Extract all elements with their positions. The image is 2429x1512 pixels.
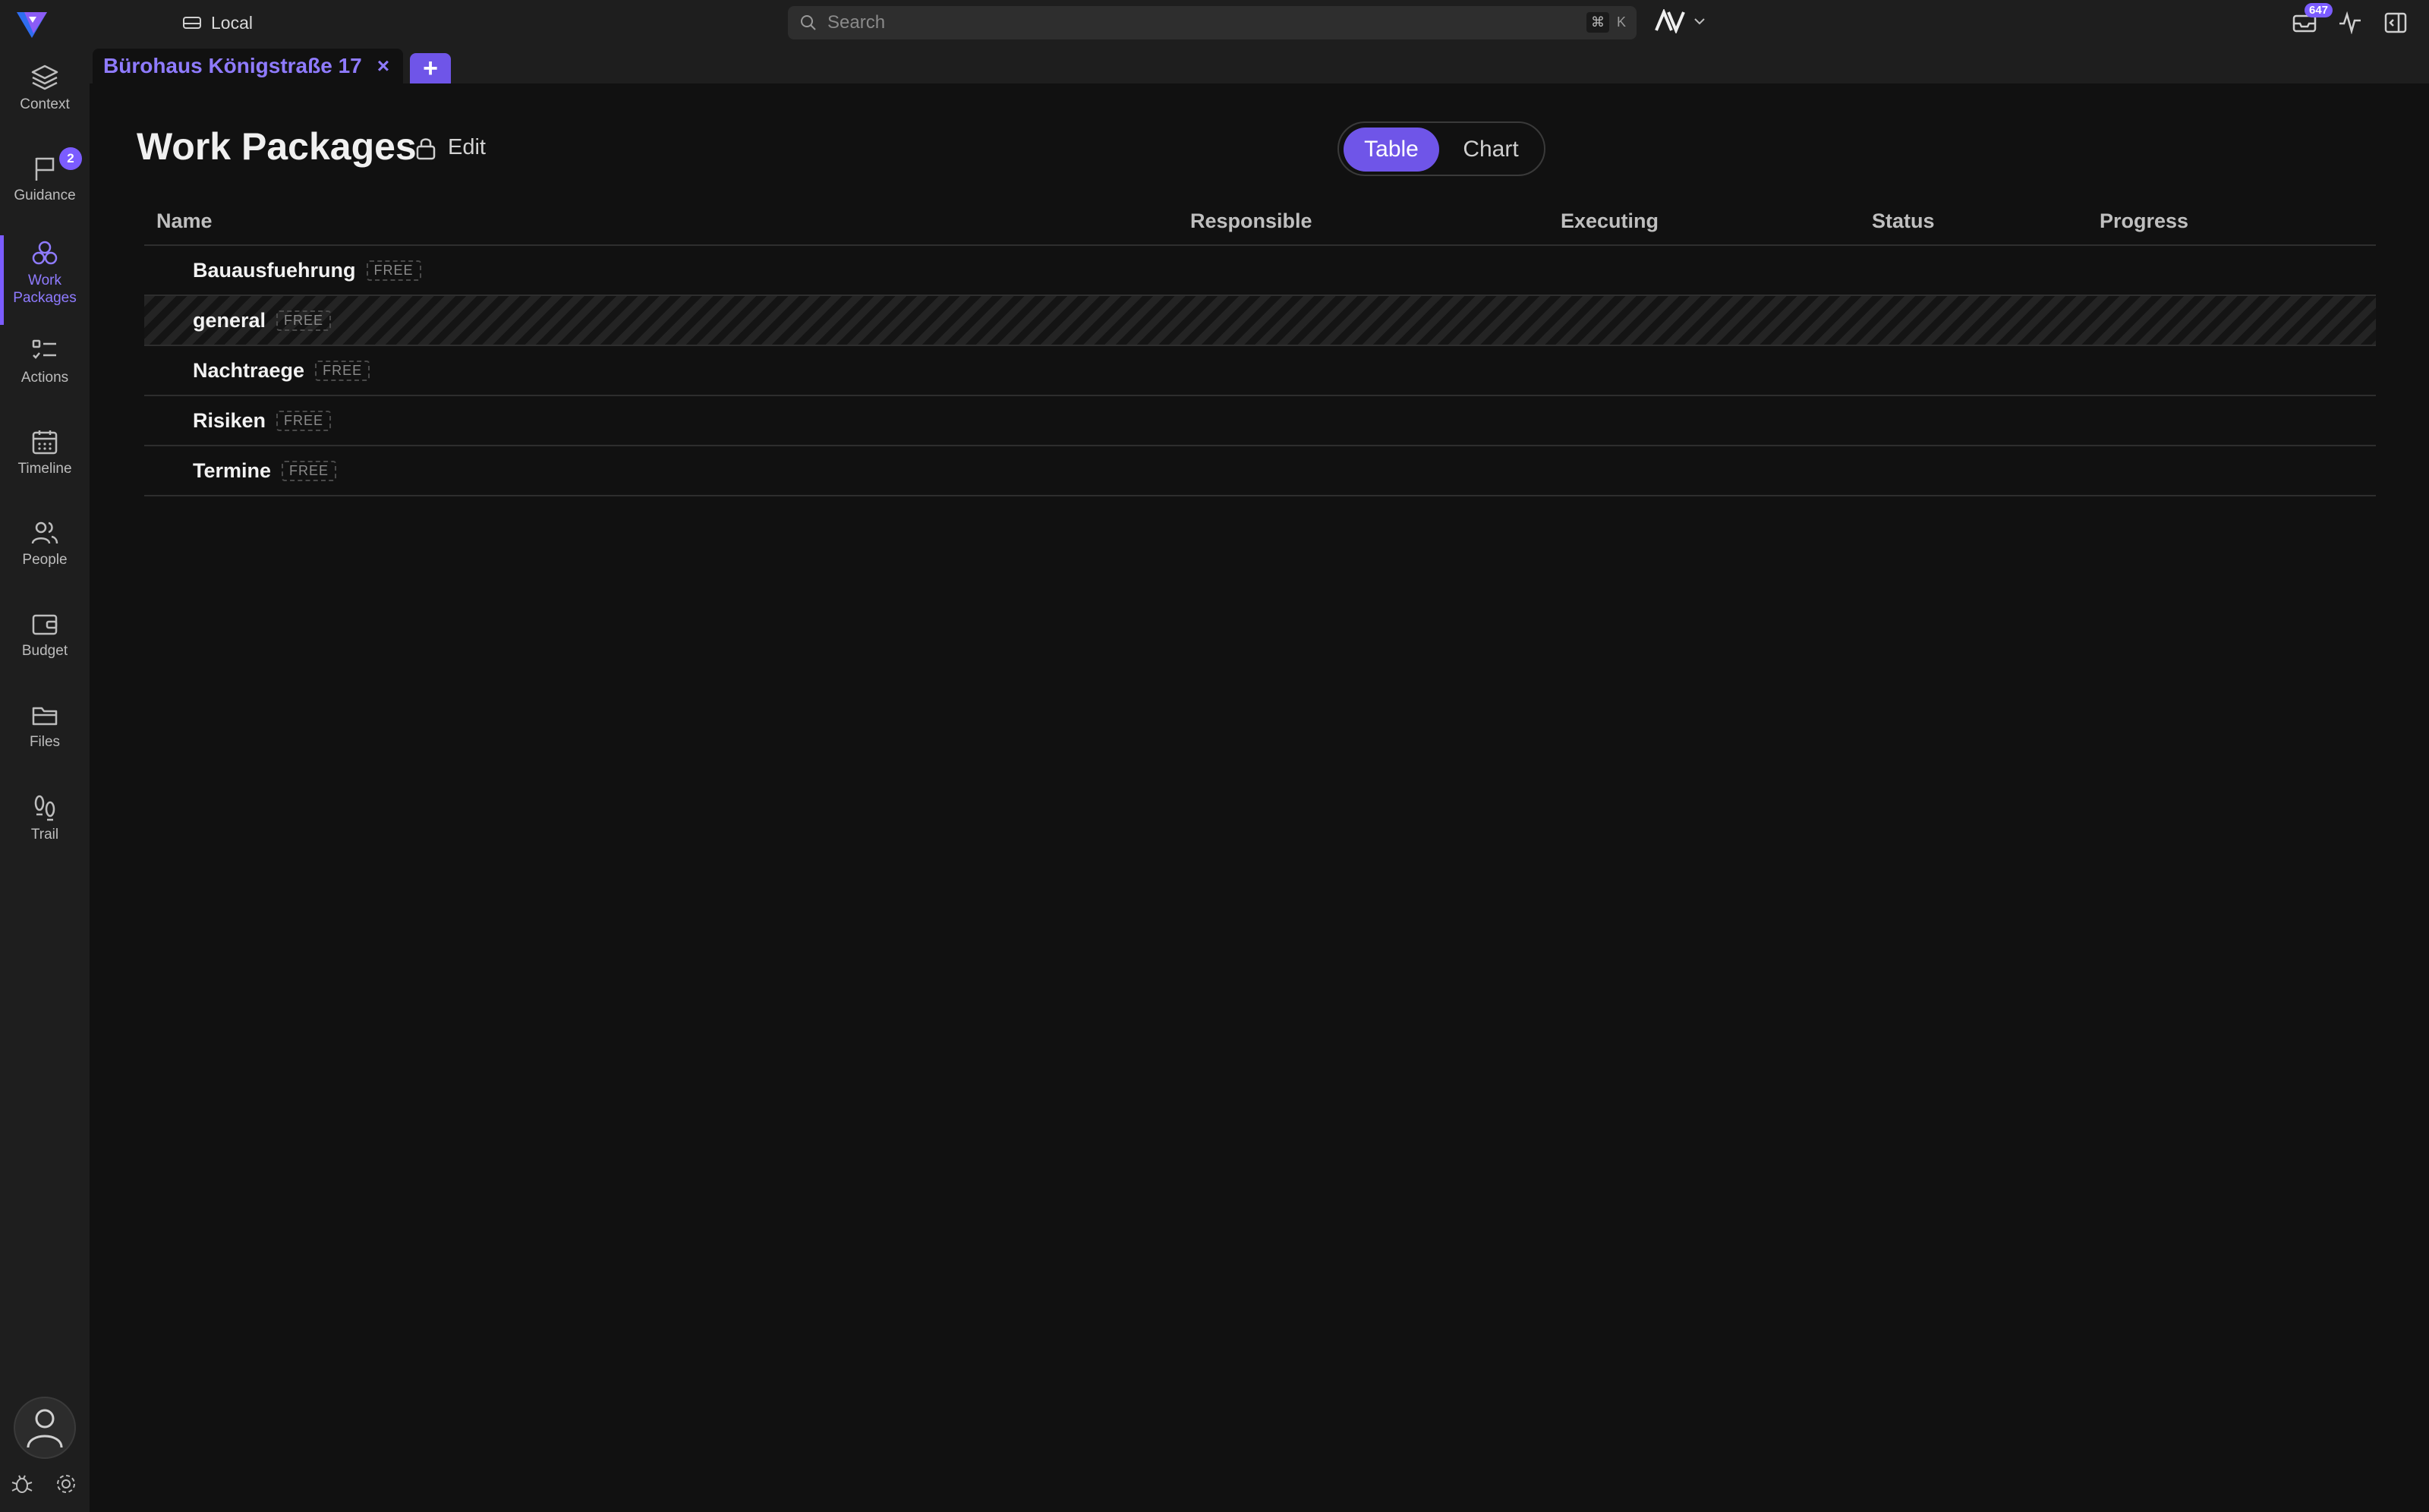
sidebar-item-label: Budget bbox=[21, 643, 68, 659]
row-name: Termine bbox=[193, 458, 272, 482]
layers-icon bbox=[31, 65, 58, 90]
tab-title: Bürohaus Königstraße 17 bbox=[103, 54, 362, 77]
inbox-button[interactable]: 647 bbox=[2289, 3, 2333, 38]
sidebar-item-work-packages[interactable]: Work Packages bbox=[0, 235, 90, 325]
sidebar: Context 2 Guidance Work Packages Actions… bbox=[0, 46, 90, 1512]
view-table-button[interactable]: Table bbox=[1344, 128, 1439, 172]
edit-label: Edit bbox=[448, 135, 486, 159]
view-chart-button[interactable]: Chart bbox=[1442, 128, 1539, 172]
bug-icon[interactable] bbox=[11, 1473, 33, 1495]
add-tab-button[interactable]: + bbox=[410, 53, 451, 83]
flag-icon bbox=[35, 157, 55, 181]
sidebar-item-files[interactable]: Files bbox=[0, 701, 90, 751]
sidebar-item-people[interactable]: People bbox=[0, 519, 90, 569]
tab-strip: Bürohaus Königstraße 17 × + bbox=[90, 46, 2429, 83]
search-icon bbox=[801, 15, 816, 30]
activity-icon bbox=[2339, 11, 2361, 34]
sidebar-item-label: Context bbox=[20, 96, 70, 112]
table-row[interactable]: Risiken FREE bbox=[144, 396, 2376, 446]
packages-icon bbox=[32, 241, 58, 265]
list-check-icon bbox=[32, 339, 56, 359]
inbox-count-badge: 647 bbox=[2305, 3, 2333, 17]
app-logo-icon[interactable] bbox=[14, 6, 50, 43]
app-root: Local Search ⌘ K 647 Context 2 Guidance … bbox=[0, 0, 2429, 1512]
top-bar: Local Search ⌘ K 647 bbox=[0, 0, 2429, 46]
table-row[interactable]: general FREE bbox=[144, 296, 2376, 346]
sidebar-item-budget[interactable]: Budget bbox=[0, 610, 90, 660]
sidebar-item-label: People bbox=[22, 552, 68, 568]
drive-icon bbox=[183, 17, 201, 29]
column-header-responsible[interactable]: Responsible bbox=[1190, 209, 1312, 233]
column-header-progress[interactable]: Progress bbox=[2100, 209, 2188, 233]
folder-icon bbox=[32, 707, 58, 726]
sidebar-item-label: Trail bbox=[30, 827, 59, 843]
table-row[interactable]: Nachtraege FREE bbox=[144, 346, 2376, 396]
brand-logo-icon bbox=[1655, 9, 1685, 33]
sidebar-item-label: Timeline bbox=[17, 461, 72, 477]
free-tag: FREE bbox=[276, 410, 332, 431]
tab-project[interactable]: Bürohaus Königstraße 17 × bbox=[93, 49, 404, 83]
shortcut-cmd: ⌘ bbox=[1586, 12, 1609, 33]
workspace-selector[interactable]: Local bbox=[182, 11, 253, 35]
sidebar-item-label: Actions bbox=[20, 370, 69, 386]
guidance-badge: 2 bbox=[59, 147, 82, 170]
column-header-executing[interactable]: Executing bbox=[1561, 209, 1659, 233]
sidebar-panel-icon bbox=[2384, 12, 2407, 33]
page-title: Work Packages bbox=[137, 125, 417, 168]
activity-button[interactable] bbox=[2335, 8, 2365, 38]
tab-close-icon[interactable]: × bbox=[377, 54, 389, 78]
lock-icon bbox=[416, 137, 436, 159]
people-icon bbox=[31, 521, 58, 544]
calendar-icon bbox=[32, 430, 58, 455]
sidebar-item-context[interactable]: Context bbox=[0, 64, 90, 113]
search-shortcut: ⌘ K bbox=[1586, 12, 1626, 33]
chevron-down-icon bbox=[1694, 18, 1705, 25]
shortcut-key: K bbox=[1616, 14, 1626, 30]
sidebar-item-trail[interactable]: Trail bbox=[0, 794, 90, 843]
gear-icon[interactable] bbox=[55, 1473, 77, 1495]
row-name: Risiken bbox=[193, 408, 266, 432]
column-header-name[interactable]: Name bbox=[156, 209, 213, 233]
row-name: Nachtraege bbox=[193, 358, 305, 382]
table-row[interactable]: Termine FREE bbox=[144, 446, 2376, 496]
row-name: general bbox=[193, 308, 266, 332]
top-right-actions: 647 bbox=[2289, 3, 2411, 38]
user-avatar[interactable] bbox=[14, 1397, 76, 1459]
user-icon bbox=[27, 1409, 63, 1448]
free-tag: FREE bbox=[366, 260, 421, 281]
wallet-icon bbox=[32, 614, 58, 635]
free-tag: FREE bbox=[315, 360, 370, 381]
sidebar-footer bbox=[11, 1473, 77, 1495]
work-packages-table: Name Responsible Executing Status Progre… bbox=[144, 199, 2376, 496]
column-header-status[interactable]: Status bbox=[1872, 209, 1935, 233]
row-name: Bauausfuehrung bbox=[193, 258, 356, 282]
footprints-icon bbox=[34, 795, 55, 821]
sidebar-item-actions[interactable]: Actions bbox=[0, 337, 90, 386]
table-header: Name Responsible Executing Status Progre… bbox=[144, 199, 2376, 246]
panel-toggle-button[interactable] bbox=[2380, 8, 2411, 38]
free-tag: FREE bbox=[282, 460, 337, 481]
workspace-label: Local bbox=[211, 12, 253, 33]
free-tag: FREE bbox=[276, 310, 332, 331]
sidebar-item-label: Guidance bbox=[14, 187, 76, 203]
table-row[interactable]: Bauausfuehrung FREE bbox=[144, 246, 2376, 296]
search-input[interactable]: Search ⌘ K bbox=[788, 6, 1637, 39]
edit-button[interactable]: Edit bbox=[414, 135, 486, 160]
sidebar-item-label: Files bbox=[29, 734, 61, 750]
sidebar-item-label: Work Packages bbox=[13, 272, 77, 306]
view-toggle: Table Chart bbox=[1337, 121, 1545, 176]
org-switcher[interactable] bbox=[1655, 9, 1706, 33]
sidebar-item-guidance[interactable]: 2 Guidance bbox=[0, 147, 90, 204]
search-placeholder: Search bbox=[827, 12, 886, 33]
sidebar-item-timeline[interactable]: Timeline bbox=[0, 428, 90, 477]
